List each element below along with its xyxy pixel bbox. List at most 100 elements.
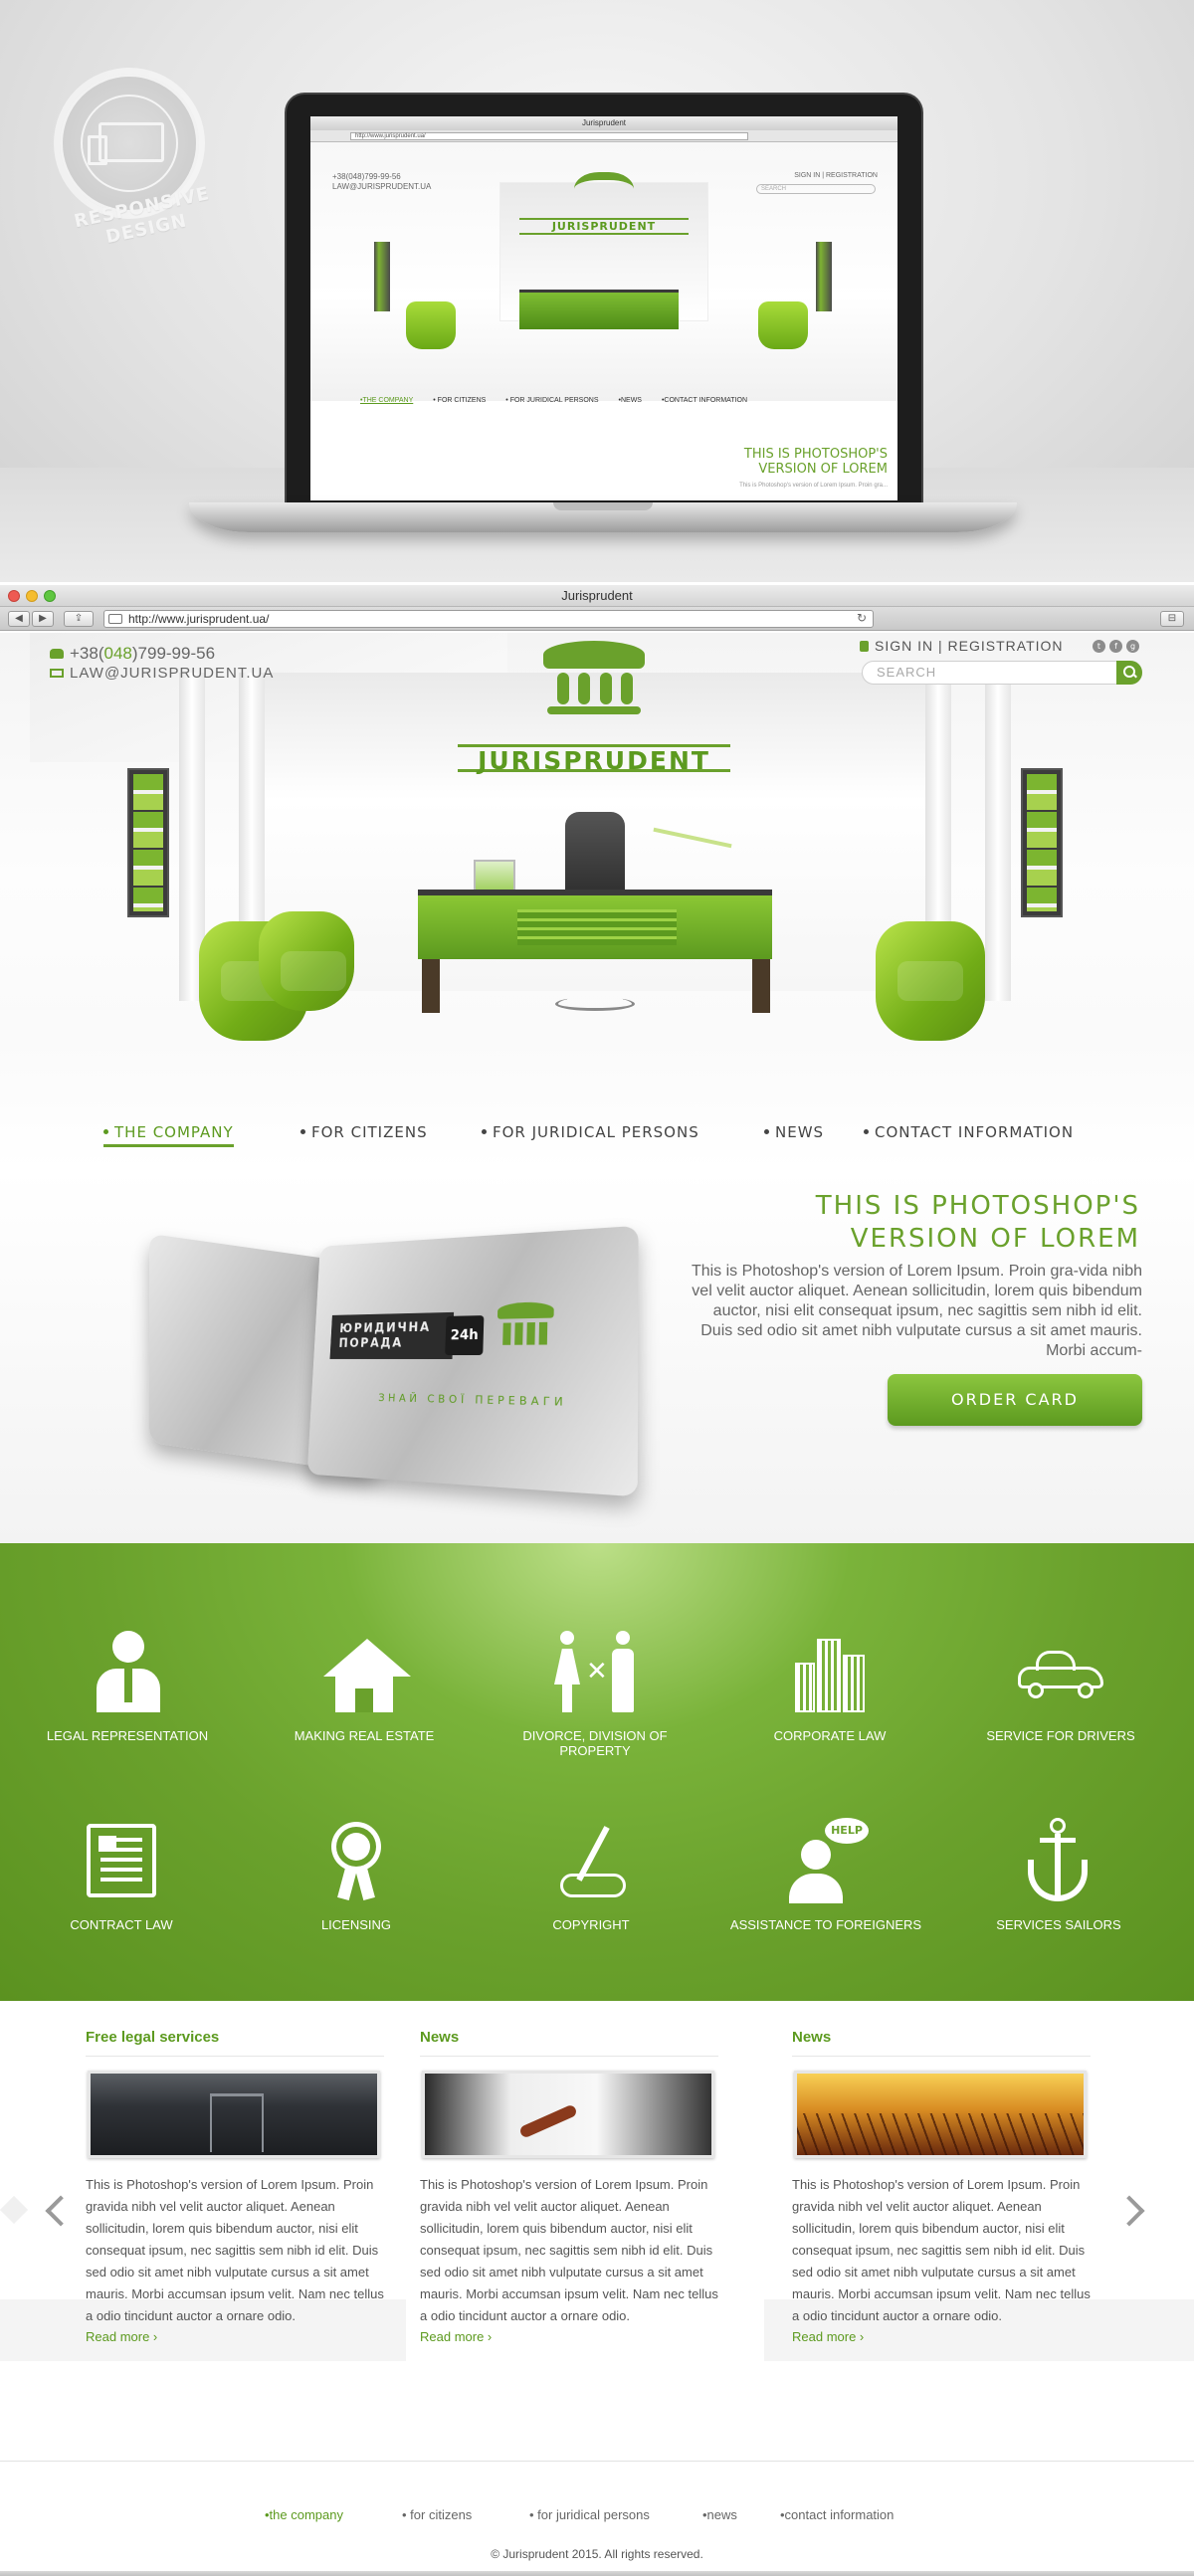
promo-title: THIS IS PHOTOSHOP'S VERSION OF LOREM (627, 1190, 1140, 1256)
news-text: This is Photoshop's version of Lorem Ips… (86, 2177, 384, 2323)
bookshelf-left (127, 768, 169, 917)
read-more-link[interactable]: Read more › (792, 2329, 1091, 2344)
logo-roof (543, 641, 645, 669)
share-button[interactable]: ⇪ (64, 611, 94, 627)
nav-label: NEWS (775, 1123, 825, 1141)
mini-armchair-right (758, 301, 808, 349)
service-label: SERVICES SAILORS (996, 1917, 1121, 1932)
nav-item-for-citizens[interactable]: FOR CITIZENS (300, 1122, 428, 1142)
footer: •the company • for citizens • for juridi… (0, 2461, 1194, 2576)
nav-bullet (764, 1129, 769, 1134)
account-links: SIGN IN | REGISTRATION (860, 638, 1064, 654)
hall-pillar (985, 673, 1011, 1001)
logo-column (620, 673, 633, 704)
footer-link-news[interactable]: •news (702, 2507, 737, 2522)
facebook-icon[interactable]: f (1109, 640, 1122, 653)
mini-armchair-left (406, 301, 456, 349)
mini-nav-item: • FOR CITIZENS (433, 397, 487, 404)
card-logo-columns (502, 1321, 548, 1345)
laptop-mockup: Jurisprudent http://www.jurisprudent.ua/… (287, 95, 921, 504)
registration-link[interactable]: REGISTRATION (948, 638, 1064, 654)
buildings-icon (785, 1629, 875, 1718)
service-divorce[interactable]: ✕ DIVORCE, DIVISION OF PROPERTY (496, 1629, 695, 1758)
icon-part (560, 1874, 626, 1897)
logo-column (578, 673, 591, 704)
copyright: © Jurisprudent 2015. All rights reserved… (491, 2547, 703, 2561)
service-copyright[interactable]: COPYRIGHT (492, 1818, 691, 1932)
search-input[interactable]: SEARCH (862, 661, 1142, 685)
search-icon[interactable] (1116, 661, 1142, 685)
carousel-prev-icon[interactable] (45, 2195, 77, 2227)
mini-address-bar: http://www.jurisprudent.ua/ (310, 130, 897, 142)
order-card-button[interactable]: ORDER CARD (888, 1374, 1142, 1426)
service-label: LICENSING (320, 1917, 392, 1932)
mini-site-name: JURISPRUDENT (519, 218, 689, 235)
service-legal-representation[interactable]: LEGAL REPRESENTATION (28, 1629, 227, 1743)
nav-item-for-juridical-persons[interactable]: FOR JURIDICAL PERSONS (482, 1122, 699, 1142)
armchair-right (876, 921, 985, 1041)
icon-part (789, 1874, 843, 1903)
service-label: CONTRACT LAW (70, 1917, 173, 1932)
news-item: News This is Photoshop's version of Lore… (420, 2029, 718, 2344)
forward-button[interactable]: ▶ (32, 611, 54, 627)
service-sailors[interactable]: SERVICES SAILORS (959, 1818, 1158, 1932)
bottom-bar (0, 2571, 1194, 2576)
nav-item-the-company[interactable]: THE COMPANY (103, 1122, 234, 1147)
service-label: CORPORATE LAW (773, 1728, 887, 1743)
nav-label: THE COMPANY (114, 1123, 234, 1141)
nav-label: CONTACT INFORMATION (875, 1123, 1075, 1141)
service-label: SERVICE FOR DRIVERS (986, 1728, 1135, 1743)
service-assistance-to-foreigners[interactable]: help ASSISTANCE TO FOREIGNERS (726, 1818, 925, 1932)
close-window-button[interactable] (8, 590, 20, 602)
news-section: Free legal services This is Photoshop's … (0, 2001, 1194, 2461)
service-contract-law[interactable]: CONTRACT LAW (22, 1818, 221, 1932)
news-image-gavel[interactable] (422, 2071, 714, 2158)
address-bar[interactable]: http://www.jurisprudent.ua/ ↻ (103, 610, 874, 628)
icon-part: ✕ (586, 1657, 608, 1686)
mini-sign-in: SIGN IN | REGISTRATION (794, 172, 878, 179)
footer-link-for-juridical-persons[interactable]: • for juridical persons (529, 2507, 650, 2522)
help-bubble: help (825, 1818, 869, 1844)
news-heading: News (792, 2029, 1091, 2057)
minimize-window-button[interactable] (26, 590, 38, 602)
service-corporate-law[interactable]: CORPORATE LAW (730, 1629, 929, 1743)
social-links: t f g (1093, 640, 1139, 653)
service-making-real-estate[interactable]: MAKING REAL ESTATE (265, 1629, 464, 1743)
mini-promo-title: THIS IS PHOTOSHOP'S VERSION OF LOREM (743, 447, 888, 477)
logo-column (599, 673, 612, 704)
read-more-link[interactable]: Read more › (86, 2329, 384, 2344)
back-button[interactable]: ◀ (8, 611, 30, 627)
reader-menu-button[interactable]: ⊟ (1160, 611, 1184, 627)
news-item: Free legal services This is Photoshop's … (86, 2029, 384, 2344)
footer-link-for-citizens[interactable]: • for citizens (402, 2507, 472, 2522)
nav-item-contact-information[interactable]: CONTACT INFORMATION (864, 1122, 1074, 1142)
reload-icon[interactable]: ↻ (857, 611, 867, 625)
icon-part (355, 1688, 373, 1712)
read-more-link[interactable]: Read more › (420, 2329, 718, 2344)
zoom-window-button[interactable] (44, 590, 56, 602)
footer-link-contact-information[interactable]: •contact information (780, 2507, 894, 2522)
mini-nav-item: •THE COMPANY (360, 397, 414, 404)
service-licensing[interactable]: LICENSING (257, 1818, 456, 1932)
email-line[interactable]: LAW@JURISPRUDENT.UA (50, 664, 274, 684)
carousel-next-icon[interactable] (1113, 2195, 1145, 2227)
icon-part (562, 1684, 572, 1712)
service-for-drivers[interactable]: SERVICE FOR DRIVERS (961, 1629, 1160, 1743)
google-plus-icon[interactable]: g (1126, 640, 1139, 653)
mini-email: LAW@JURISPRUDENT.UA (332, 182, 432, 191)
phone-prefix: +38( (70, 644, 104, 663)
logo-icon[interactable] (539, 641, 649, 722)
house-icon (319, 1629, 411, 1718)
promo-text: This is Photoshop's version of Lorem Ips… (691, 1263, 1142, 1359)
footer-link-the-company[interactable]: •the company (265, 2507, 343, 2522)
card-label: ЮРИДИЧНА ПОРАДА (329, 1311, 455, 1359)
news-image-field[interactable] (794, 2071, 1087, 2158)
sign-in-link[interactable]: SIGN IN (875, 638, 933, 654)
car-icon (1016, 1629, 1105, 1718)
news-image-courtroom[interactable] (88, 2071, 380, 2158)
mini-phone: +38(048)799-99-56 (332, 172, 401, 181)
card-hours: 24h (445, 1315, 485, 1356)
twitter-icon[interactable]: t (1093, 640, 1105, 653)
card-logo-icon (497, 1301, 554, 1357)
nav-item-news[interactable]: NEWS (764, 1122, 824, 1142)
